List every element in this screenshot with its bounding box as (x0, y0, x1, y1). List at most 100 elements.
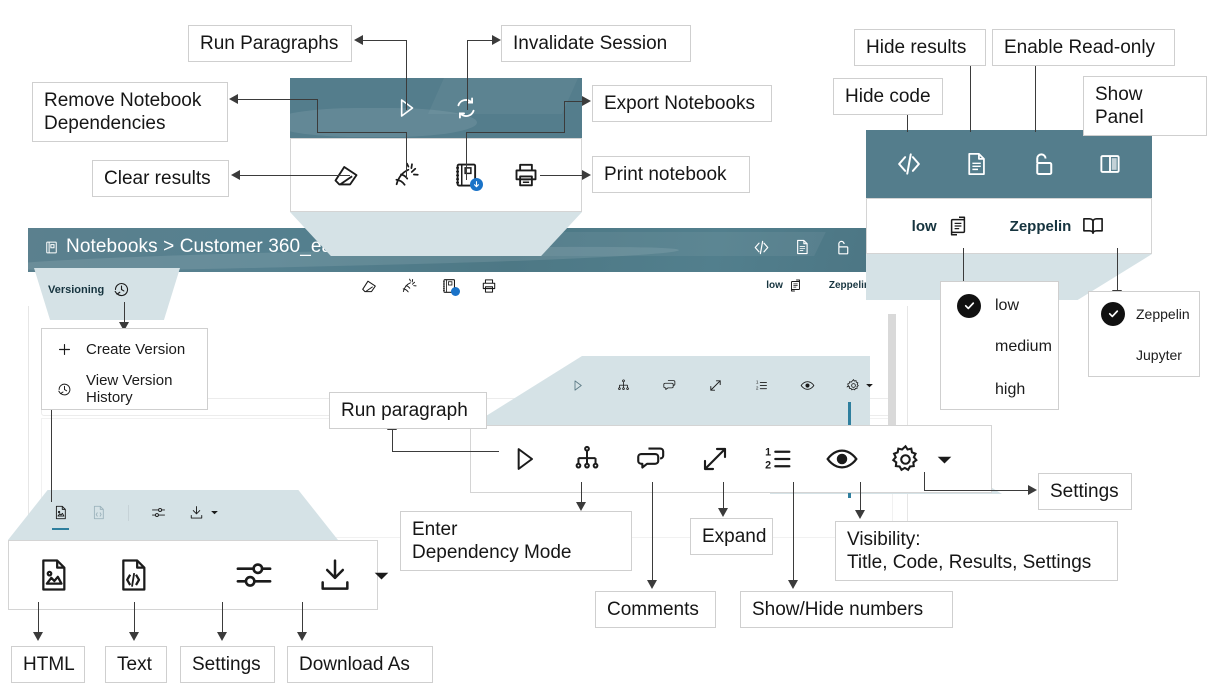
arrowhead (231, 170, 240, 180)
versioning-control[interactable]: Versioning (48, 280, 131, 299)
text-result-icon[interactable] (113, 555, 153, 595)
hide-results-icon[interactable] (962, 150, 990, 178)
editor-book-icon[interactable] (1080, 213, 1106, 239)
connector (392, 429, 394, 452)
callout-enter-dependency-mode: Enter Dependency Mode (400, 511, 632, 572)
option-high[interactable]: high (941, 368, 1058, 411)
concurrency-icon[interactable] (946, 214, 970, 238)
view-toolbar-zoom-box: low Zeppelin (866, 198, 1152, 254)
option-label: high (995, 380, 1026, 398)
download-icon[interactable] (188, 504, 205, 521)
versioning-menu[interactable]: Create Version View Version History (41, 328, 208, 410)
remove-notebook-dependencies-icon[interactable] (400, 277, 418, 295)
hide-code-icon[interactable] (752, 238, 771, 257)
connector (466, 132, 468, 180)
export-notebooks-icon[interactable] (440, 277, 460, 296)
hide-code-icon[interactable] (894, 149, 924, 179)
option-zeppelin[interactable]: Zeppelin (1089, 292, 1199, 335)
connector (1117, 248, 1119, 292)
connector (723, 482, 725, 510)
paragraph-toolbar-small: 1 2 (570, 378, 874, 393)
invalidate-session-icon[interactable] (453, 95, 479, 121)
visibility-eye-icon[interactable] (825, 442, 859, 476)
connector (581, 482, 583, 504)
editor-label: Zeppelin (828, 280, 870, 291)
concurrency-dropdown[interactable]: low medium high (940, 281, 1059, 410)
callout-remove-notebook-dependencies: Remove Notebook Dependencies (32, 82, 228, 143)
print-notebook-icon[interactable] (511, 160, 541, 190)
subbar-notebook-actions (360, 277, 498, 296)
connector (38, 602, 40, 634)
gear-icon[interactable] (846, 378, 861, 393)
connector (467, 40, 469, 110)
visibility-eye-icon[interactable] (800, 378, 815, 393)
arrowhead (718, 508, 728, 517)
callout-settings-bottom: Settings (180, 646, 275, 684)
connector (406, 40, 408, 110)
clear-results-icon[interactable] (360, 277, 378, 295)
arrowhead (217, 632, 227, 641)
editor-label: Zeppelin (1009, 217, 1072, 235)
editor-control[interactable]: Zeppelin (1010, 213, 1107, 239)
connector (466, 132, 565, 134)
chevron-down-icon[interactable] (210, 508, 219, 517)
option-label: low (995, 296, 1020, 314)
expand-icon[interactable] (699, 443, 731, 475)
check-icon (957, 293, 981, 318)
settings-sliders-icon[interactable] (150, 504, 167, 521)
run-paragraph-icon[interactable] (570, 378, 585, 393)
notebook-toolbar-cone (290, 212, 582, 256)
concurrency-control[interactable]: low (912, 214, 970, 238)
enable-read-only-icon[interactable] (1028, 149, 1058, 179)
connector (564, 101, 582, 103)
connector (124, 302, 126, 324)
editor-dropdown[interactable]: Zeppelin Jupyter (1088, 291, 1200, 377)
callout-expand: Expand (690, 518, 773, 556)
hide-results-icon[interactable] (793, 238, 811, 257)
expand-icon[interactable] (708, 378, 723, 393)
callout-enable-read-only: Enable Read-only (992, 29, 1175, 67)
enable-read-only-icon[interactable] (833, 238, 852, 257)
show-panel-icon[interactable] (1096, 150, 1124, 178)
text-result-icon[interactable] (90, 504, 107, 521)
html-result-icon[interactable] (52, 504, 69, 530)
option-label: Jupyter (1136, 347, 1182, 363)
versioning-label: Versioning (48, 283, 105, 296)
callout-invalidate-session: Invalidate Session (501, 25, 691, 63)
callout-download-as: Download As (287, 646, 433, 684)
numbered-list-icon[interactable]: 1 2 (754, 378, 769, 393)
option-medium[interactable]: medium (941, 325, 1058, 368)
menu-item-label: Create Version (86, 340, 186, 358)
arrowhead (576, 502, 586, 511)
history-clock-icon[interactable] (112, 280, 131, 299)
menu-item-create-version[interactable]: Create Version (42, 329, 207, 369)
breadcrumb[interactable]: Notebooks > Customer 360_ea (44, 236, 332, 258)
callout-run-paragraphs: Run Paragraphs (188, 25, 352, 63)
print-notebook-icon[interactable] (480, 277, 498, 295)
chevron-down-icon[interactable] (936, 451, 953, 468)
svg-text:1: 1 (756, 380, 759, 385)
download-icon[interactable] (315, 555, 355, 595)
results-toolbar-zoom-box (8, 540, 389, 610)
numbered-list-icon[interactable]: 1 2 (762, 443, 794, 475)
comments-icon[interactable] (634, 442, 668, 476)
dependency-mode-icon[interactable] (616, 378, 631, 393)
settings-sliders-icon[interactable] (233, 554, 275, 596)
callout-show-panel: Show Panel (1083, 76, 1207, 137)
option-jupyter[interactable]: Jupyter (1089, 335, 1199, 375)
connector (564, 101, 566, 133)
comments-icon[interactable] (662, 378, 677, 393)
option-low[interactable]: low (941, 282, 1058, 325)
arrowhead (297, 632, 307, 641)
gear-icon[interactable] (889, 443, 922, 476)
run-paragraph-icon[interactable] (508, 443, 540, 475)
dependency-mode-icon[interactable] (571, 443, 603, 475)
html-result-icon[interactable] (33, 555, 73, 595)
callout-html: HTML (11, 646, 85, 684)
chevron-down-icon[interactable] (865, 381, 874, 390)
svg-text:2: 2 (756, 386, 759, 391)
arrowhead (492, 35, 501, 45)
chevron-down-icon[interactable] (373, 567, 390, 584)
menu-item-view-version-history[interactable]: View Version History (42, 369, 207, 409)
concurrency-control[interactable]: low (766, 278, 803, 293)
